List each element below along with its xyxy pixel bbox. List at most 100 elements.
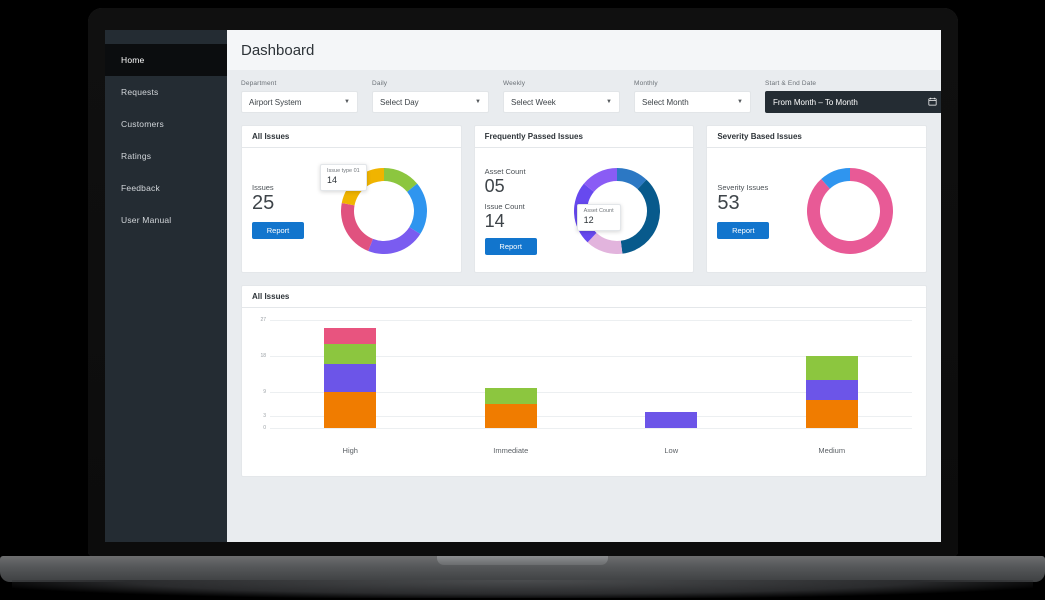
bar-column bbox=[324, 328, 377, 428]
chevron-down-icon: ▼ bbox=[344, 99, 350, 105]
x-axis-label: Low bbox=[664, 446, 679, 455]
tooltip-value: 14 bbox=[327, 175, 338, 186]
bar-column bbox=[645, 412, 698, 428]
filter-label-weekly: Weekly bbox=[503, 80, 526, 87]
report-button[interactable]: Report bbox=[484, 238, 537, 256]
sidebar-item-label: User Manual bbox=[121, 215, 172, 225]
y-axis-tick: 0 bbox=[263, 425, 266, 431]
chevron-down-icon: ▼ bbox=[737, 99, 743, 105]
filter-bar: Department Airport System ▼ Daily Select Day… bbox=[241, 80, 941, 113]
metric-value: 05 bbox=[484, 175, 505, 196]
filter-label-department: Department bbox=[241, 80, 277, 87]
select-weekly[interactable]: Select Week ▼ bbox=[503, 91, 620, 113]
gridline bbox=[270, 428, 912, 429]
filter-weekly: Weekly Select Week ▼ bbox=[503, 80, 620, 113]
chart-tooltip-0: Issue type 01 14 bbox=[320, 164, 367, 191]
kpi-card-title-0: All Issues bbox=[242, 126, 461, 148]
donut-slice[interactable] bbox=[620, 179, 660, 254]
y-axis-tick: 3 bbox=[263, 413, 266, 419]
tooltip-title: Issue type 01 bbox=[327, 168, 360, 174]
sidebar-item-requests[interactable]: Requests bbox=[105, 76, 227, 108]
kpi-card-body-1: Asset Count 05 Issue Count 14 Report Asset Co… bbox=[475, 148, 694, 272]
bar-segment[interactable] bbox=[645, 412, 698, 428]
x-axis-label: High bbox=[342, 446, 358, 455]
y-axis-tick: 9 bbox=[263, 389, 266, 395]
bar-segment[interactable] bbox=[805, 380, 858, 400]
page-title: Dashboard bbox=[241, 41, 315, 59]
select-value: Select Day bbox=[380, 97, 419, 107]
top-bar: Dashboard bbox=[227, 30, 941, 70]
kpi-card-0: All Issues Issues 25 Report Issue type 01 14 bbox=[241, 125, 462, 273]
bar-segment[interactable] bbox=[324, 364, 377, 392]
tooltip-value: 12 bbox=[583, 215, 594, 226]
calendar-icon bbox=[928, 97, 937, 108]
kpi-card-metrics-2: Severity Issues 53 Report bbox=[717, 158, 781, 264]
bar-segment[interactable] bbox=[324, 328, 377, 344]
report-button[interactable]: Report bbox=[717, 222, 770, 239]
all-issues-chart-card: All Issues 0 3 9 18 27 High Immediate Low Medium bbox=[241, 285, 927, 477]
bar-segment[interactable] bbox=[805, 356, 858, 380]
bar-segment[interactable] bbox=[484, 404, 537, 428]
donut-slice[interactable] bbox=[407, 183, 428, 235]
kpi-card-1: Frequently Passed Issues Asset Count 05 Iss… bbox=[473, 125, 695, 273]
content-area: Department Airport System ▼ Daily Select Day… bbox=[227, 70, 941, 542]
kpi-card-title-2: Severity Based Issues bbox=[707, 126, 927, 148]
kpi-card-metrics-0: Issues 25 Report bbox=[252, 158, 316, 264]
sidebar-item-ratings[interactable]: Ratings bbox=[105, 140, 227, 172]
bar-segment[interactable] bbox=[324, 392, 377, 428]
sidebar-item-user-manual[interactable]: User Manual bbox=[105, 204, 227, 236]
main-area: Dashboard Department Airport System ▼ Daily… bbox=[227, 30, 941, 542]
report-button[interactable]: Report bbox=[252, 222, 304, 239]
metric-label: Severity Issues bbox=[717, 183, 769, 192]
kpi-card-metrics-1: Asset Count 05 Issue Count 14 Report bbox=[484, 158, 549, 264]
gridline bbox=[270, 320, 912, 321]
metric-value: 14 bbox=[484, 210, 505, 231]
laptop-trackpad-notch bbox=[437, 556, 608, 565]
chart-tooltip-1: Asset Count 12 bbox=[576, 204, 621, 231]
daterange-label: Start & End Date bbox=[765, 80, 817, 87]
kpi-card-body-2: Severity Issues 53 Report bbox=[707, 148, 926, 272]
select-value: Select Week bbox=[511, 97, 556, 107]
bar-column bbox=[484, 388, 537, 428]
kpi-card-2: Severity Based Issues Severity Issues 53 Re… bbox=[706, 125, 928, 273]
filter-daterange: Start & End Date From Month – To Month bbox=[765, 80, 941, 113]
laptop-foot-shadow bbox=[12, 580, 1033, 598]
x-axis-label: Medium bbox=[818, 446, 846, 455]
donut-slice[interactable] bbox=[341, 202, 374, 251]
metric-label: Asset Count bbox=[484, 166, 526, 176]
filter-label-monthly: Monthly bbox=[634, 80, 658, 87]
sidebar-item-label: Customers bbox=[121, 119, 164, 129]
kpi-card-body-0: Issues 25 Report Issue type 01 14 bbox=[242, 148, 461, 272]
chevron-down-icon: ▼ bbox=[606, 99, 612, 105]
sidebar-item-feedback[interactable]: Feedback bbox=[105, 172, 227, 204]
select-daily[interactable]: Select Day ▼ bbox=[372, 91, 489, 113]
bar-segment[interactable] bbox=[324, 344, 377, 364]
laptop-frame: Home Requests Customers Ratings Feedback User… bbox=[0, 0, 1045, 600]
sidebar-item-home[interactable]: Home bbox=[105, 44, 227, 76]
kpi-card-title-1: Frequently Passed Issues bbox=[474, 126, 694, 148]
kpi-card-chart-0: Issue type 01 14 bbox=[316, 158, 453, 264]
sidebar-item-label: Requests bbox=[121, 87, 159, 97]
chevron-down-icon: ▼ bbox=[475, 99, 481, 105]
select-monthly[interactable]: Select Month ▼ bbox=[634, 91, 751, 113]
y-axis-tick: 27 bbox=[260, 317, 266, 323]
sidebar-item-label: Feedback bbox=[121, 183, 160, 193]
all-issues-chart-title: All Issues bbox=[242, 286, 926, 308]
metric-value: 25 bbox=[252, 192, 275, 214]
donut-slice[interactable] bbox=[368, 227, 421, 254]
bar-segment[interactable] bbox=[805, 400, 858, 428]
daterange-picker[interactable]: From Month – To Month bbox=[765, 91, 941, 113]
sidebar-item-label: Home bbox=[121, 55, 145, 65]
sidebar: Home Requests Customers Ratings Feedback User… bbox=[105, 30, 227, 542]
filter-department: Department Airport System ▼ bbox=[241, 80, 358, 113]
filter-monthly: Monthly Select Month ▼ bbox=[634, 80, 751, 113]
sidebar-item-customers[interactable]: Customers bbox=[105, 108, 227, 140]
y-axis-tick: 18 bbox=[260, 353, 266, 359]
sidebar-item-label: Ratings bbox=[121, 151, 152, 161]
bar-segment[interactable] bbox=[484, 388, 537, 404]
bar-chart-plot-area: 0 3 9 18 27 High Immediate Low Medium bbox=[260, 317, 912, 455]
bar-column bbox=[805, 356, 858, 428]
metric-value: 53 bbox=[717, 192, 740, 214]
kpi-card-chart-2 bbox=[781, 158, 918, 264]
select-department[interactable]: Airport System ▼ bbox=[241, 91, 358, 113]
